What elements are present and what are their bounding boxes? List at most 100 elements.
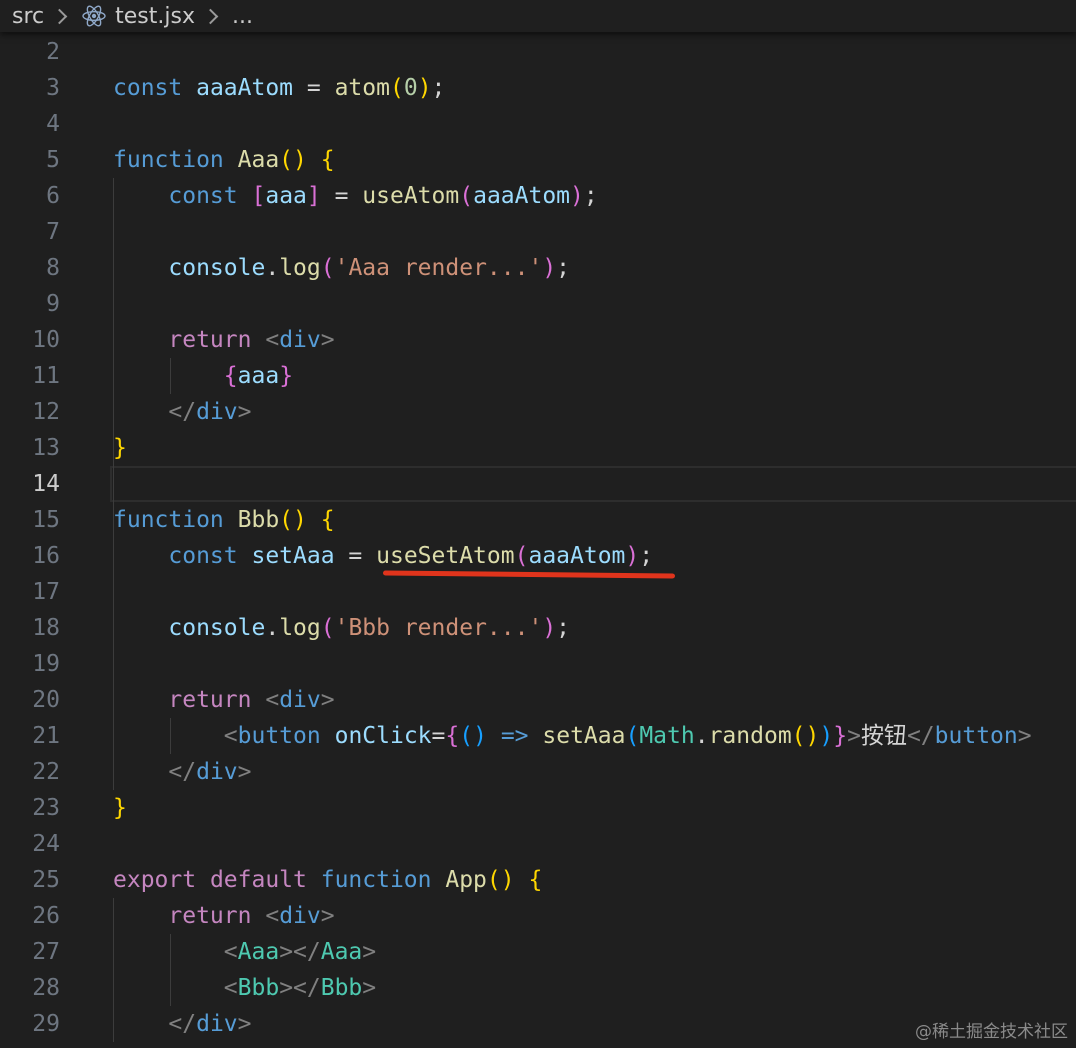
chevron-right-icon — [202, 8, 219, 24]
code-line[interactable]: 14 — [0, 466, 1076, 502]
code-token: ) — [819, 723, 834, 749]
code-text: console.log('Aaa render...'); — [113, 250, 570, 286]
code-line[interactable]: 26 return <div> — [0, 898, 1076, 934]
code-token: . — [265, 615, 280, 641]
code-token: function — [113, 147, 238, 173]
code-token: return — [168, 327, 266, 353]
code-line[interactable]: 2 — [0, 34, 1076, 70]
code-line[interactable]: 15 function Bbb() { — [0, 502, 1076, 538]
code-token: random — [708, 723, 792, 749]
code-token: = — [320, 183, 363, 209]
code-token: function — [320, 867, 446, 893]
breadcrumb-folder[interactable]: src — [12, 4, 44, 29]
code-token: ) — [417, 75, 432, 101]
code-token: > — [320, 327, 335, 353]
line-number: 23 — [32, 795, 60, 821]
breadcrumb: src test.jsx ... — [0, 0, 1076, 32]
code-token: useSetAtom — [376, 543, 515, 569]
code-line[interactable]: 18 console.log('Bbb render...'); — [0, 610, 1076, 646]
code-token: ></ — [279, 939, 321, 965]
code-line[interactable]: 9 — [0, 286, 1076, 322]
code-line[interactable]: 21 <button onClick={() => setAaa(Math.ra… — [0, 718, 1076, 754]
code-text: export default function App() { — [113, 862, 542, 898]
code-line[interactable]: 11 {aaa} — [0, 358, 1076, 394]
line-number: 14 — [32, 471, 60, 497]
breadcrumb-more[interactable]: ... — [232, 4, 253, 29]
code-token: div — [196, 1011, 238, 1037]
code-text: const setAaa = useSetAtom(aaaAtom); — [113, 538, 653, 574]
code-token: ) — [570, 183, 584, 209]
code-token: () — [486, 867, 515, 893]
code-token: { — [223, 363, 238, 389]
code-token: = — [431, 723, 446, 749]
breadcrumb-file[interactable]: test.jsx — [115, 4, 195, 29]
code-line[interactable]: 17 — [0, 574, 1076, 610]
code-line[interactable]: 13} — [0, 430, 1076, 466]
code-text: const aaaAtom = atom(0); — [113, 70, 445, 106]
code-token: aaaAtom — [196, 75, 294, 101]
code-line[interactable]: 6 const [aaa] = useAtom(aaaAtom); — [0, 178, 1076, 214]
code-line[interactable]: 19 — [0, 646, 1076, 682]
code-editor[interactable]: 2 3 const aaaAtom = atom(0); 4 5 function Aaa… — [0, 34, 1076, 1048]
code-line[interactable]: 16 const setAaa = useSetAtom(aaaAtom); — [0, 538, 1076, 574]
code-line[interactable]: 7 — [0, 214, 1076, 250]
code-token: < — [265, 903, 280, 929]
code-token: default — [209, 867, 321, 893]
code-token: Aaa — [320, 939, 363, 965]
code-token: > — [1017, 723, 1032, 749]
code-token: } — [113, 435, 127, 461]
code-token: log — [279, 255, 321, 281]
code-token: 'Bbb render...' — [334, 615, 543, 641]
code-text: const [aaa] = useAtom(aaaAtom); — [113, 178, 597, 214]
line-number: 4 — [46, 111, 60, 137]
code-token: ) — [542, 255, 557, 281]
line-number: 28 — [32, 975, 60, 1001]
code-token: return — [168, 903, 266, 929]
indent-guide — [113, 538, 114, 790]
code-line[interactable]: 12 </div> — [0, 394, 1076, 430]
code-line[interactable]: 27 <Aaa></Aaa> — [0, 934, 1076, 970]
code-line[interactable]: 25 export default function App() { — [0, 862, 1076, 898]
code-token: { — [320, 147, 335, 173]
indent-guide — [113, 898, 114, 1042]
code-line[interactable]: 5 function Aaa() { — [0, 142, 1076, 178]
code-token: ; — [556, 615, 571, 641]
code-line[interactable]: 8 console.log('Aaa render...'); — [0, 250, 1076, 286]
code-token: > — [362, 975, 377, 1001]
code-token: 0 — [403, 75, 418, 101]
code-token: < — [223, 939, 238, 965]
code-token: . — [265, 255, 280, 281]
line-number: 3 — [46, 75, 60, 101]
line-number: 19 — [32, 651, 60, 677]
code-line[interactable]: 10 return <div> — [0, 322, 1076, 358]
code-text: </div> — [113, 1006, 251, 1042]
code-token: </ — [168, 1011, 197, 1037]
code-line[interactable]: 28 <Bbb></Bbb> — [0, 970, 1076, 1006]
indent-guide — [170, 358, 171, 394]
code-line[interactable]: 3 const aaaAtom = atom(0); — [0, 70, 1076, 106]
code-line[interactable]: 4 — [0, 106, 1076, 142]
code-token: ( — [389, 75, 404, 101]
code-line[interactable]: 23} — [0, 790, 1076, 826]
code-token: Bbb — [320, 975, 363, 1001]
code-token: } — [279, 363, 294, 389]
code-line[interactable]: 22 </div> — [0, 754, 1076, 790]
line-number: 29 — [32, 1011, 60, 1037]
line-number: 6 — [46, 183, 60, 209]
code-token: App — [445, 867, 487, 893]
indent-guide — [170, 934, 171, 1006]
code-line[interactable]: 24 — [0, 826, 1076, 862]
code-token: > — [847, 723, 861, 749]
code-line[interactable]: 20 return <div> — [0, 682, 1076, 718]
code-token: console — [168, 615, 266, 641]
